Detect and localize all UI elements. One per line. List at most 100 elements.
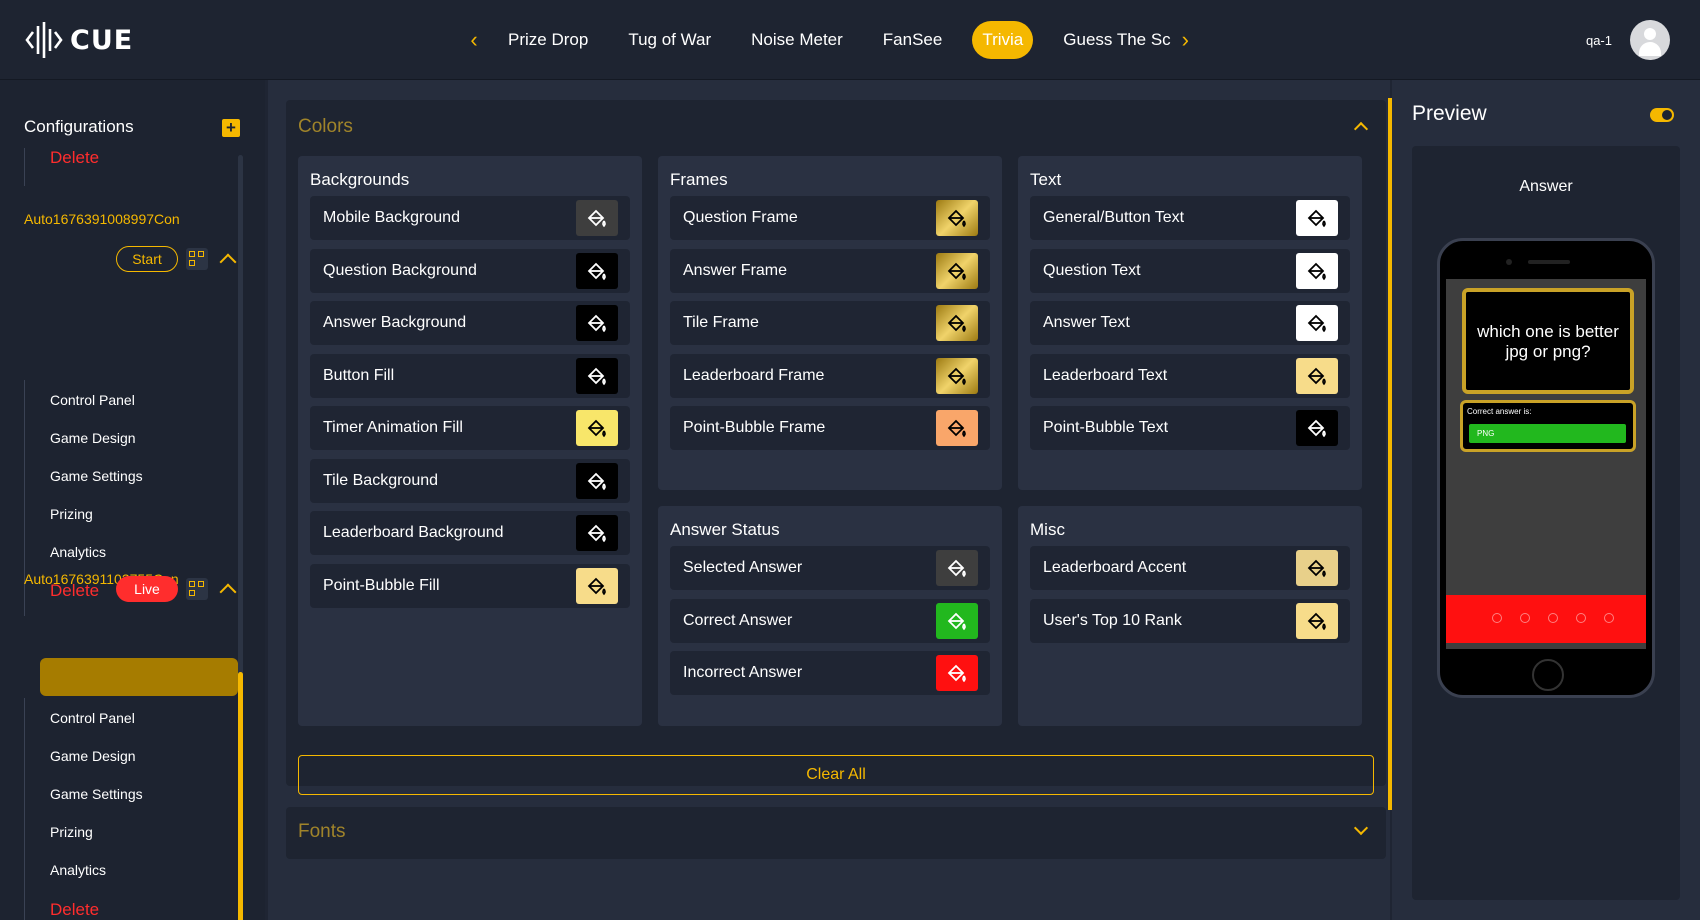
- bottom-nav-icon: [1604, 613, 1614, 623]
- color-swatch-button[interactable]: [1296, 410, 1338, 446]
- expand-chevron-icon[interactable]: [1353, 820, 1369, 836]
- color-swatch-button[interactable]: [576, 357, 618, 394]
- correct-answer-bar: PNG: [1469, 424, 1626, 443]
- nav-next-arrow-icon[interactable]: ›: [1171, 20, 1199, 60]
- color-swatch-button[interactable]: [1296, 200, 1338, 236]
- sidebar-item-game-settings[interactable]: Game Settings: [50, 786, 143, 802]
- color-swatch-button[interactable]: [936, 602, 978, 639]
- color-row[interactable]: Correct Answer: [670, 598, 990, 643]
- color-row[interactable]: Question Text: [1030, 248, 1350, 293]
- paint-bucket-icon: [587, 419, 606, 438]
- color-row[interactable]: Leaderboard Background: [310, 511, 630, 555]
- collapse-chevron-icon[interactable]: [219, 253, 237, 271]
- sidebar-item-game-design[interactable]: Game Design: [50, 430, 136, 446]
- color-row[interactable]: Point-Bubble Frame: [670, 406, 990, 450]
- color-swatch-button[interactable]: [576, 410, 618, 446]
- color-swatch-button[interactable]: [576, 515, 618, 551]
- color-row[interactable]: Incorrect Answer: [670, 651, 990, 695]
- color-row-label: Leaderboard Background: [323, 524, 504, 541]
- tab-trivia[interactable]: Trivia: [972, 21, 1034, 59]
- status-badge-live[interactable]: Live: [116, 576, 178, 602]
- color-swatch-button[interactable]: [1296, 550, 1338, 586]
- color-row[interactable]: Point-Bubble Fill: [310, 563, 630, 608]
- sidebar-item-prizing[interactable]: Prizing: [50, 506, 93, 522]
- color-row[interactable]: Leaderboard Text: [1030, 353, 1350, 398]
- color-swatch-button[interactable]: [1296, 305, 1338, 341]
- nav-prev-arrow-icon[interactable]: ‹: [460, 20, 488, 60]
- add-configuration-icon[interactable]: +: [222, 119, 240, 137]
- tab-noise-meter[interactable]: Noise Meter: [741, 21, 853, 59]
- color-swatch-button[interactable]: [576, 462, 618, 499]
- color-row[interactable]: Answer Text: [1030, 301, 1350, 345]
- cue-logo[interactable]: CUE: [24, 20, 133, 60]
- color-row[interactable]: Point-Bubble Text: [1030, 406, 1350, 450]
- color-row[interactable]: Tile Frame: [670, 301, 990, 345]
- preview-toggle[interactable]: [1650, 108, 1674, 122]
- group-backgrounds: Backgrounds Mobile Background Question Ba…: [298, 156, 642, 726]
- sidebar-item-analytics[interactable]: Analytics: [50, 862, 106, 878]
- color-swatch-button[interactable]: [936, 550, 978, 586]
- qr-code-icon[interactable]: [186, 248, 208, 270]
- color-row[interactable]: Leaderboard Frame: [670, 353, 990, 398]
- color-swatch-button[interactable]: [936, 252, 978, 289]
- color-row[interactable]: Timer Animation Fill: [310, 406, 630, 450]
- color-swatch-button[interactable]: [1296, 252, 1338, 289]
- config-name[interactable]: Auto1676391103755Con: [24, 568, 179, 590]
- group-title: Frames: [670, 170, 728, 189]
- tab-prize-drop[interactable]: Prize Drop: [498, 21, 598, 59]
- color-swatch-button[interactable]: [576, 252, 618, 289]
- color-row[interactable]: Tile Background: [310, 458, 630, 503]
- color-swatch-button[interactable]: [936, 655, 978, 691]
- color-row-label: General/Button Text: [1043, 209, 1185, 226]
- color-row[interactable]: Button Fill: [310, 353, 630, 398]
- group-answer-status: Answer Status Selected Answer Correct Ans…: [658, 506, 1002, 726]
- fonts-panel[interactable]: Fonts: [286, 807, 1386, 859]
- color-swatch-button[interactable]: [936, 200, 978, 236]
- collapse-chevron-icon[interactable]: [1353, 121, 1369, 137]
- color-swatch-button[interactable]: [576, 200, 618, 236]
- sidebar-item-prizing[interactable]: Prizing: [50, 824, 93, 840]
- color-swatch-button[interactable]: [1296, 357, 1338, 394]
- sidebar-item-control-panel[interactable]: Control Panel: [50, 710, 135, 726]
- tab-fansee[interactable]: FanSee: [873, 21, 953, 59]
- color-swatch-button[interactable]: [576, 567, 618, 604]
- color-row[interactable]: Mobile Background: [310, 196, 630, 240]
- delete-link[interactable]: Delete: [50, 148, 99, 168]
- color-row[interactable]: Leaderboard Accent: [1030, 546, 1350, 590]
- clear-all-button[interactable]: Clear All: [298, 755, 1374, 795]
- paint-bucket-icon: [1307, 367, 1326, 385]
- user-menu[interactable]: qa-1: [1586, 20, 1670, 60]
- paint-bucket-icon: [587, 209, 606, 228]
- tab-guess-the-score[interactable]: Guess The Sco: [1053, 21, 1171, 59]
- sidebar-item-analytics[interactable]: Analytics: [50, 544, 106, 560]
- color-swatch-button[interactable]: [936, 410, 978, 446]
- color-swatch-button[interactable]: [936, 357, 978, 394]
- collapse-chevron-icon[interactable]: [219, 583, 237, 601]
- color-row[interactable]: Selected Answer: [670, 546, 990, 590]
- sidebar-item-game-design[interactable]: Game Design: [50, 748, 136, 764]
- color-row[interactable]: User's Top 10 Rank: [1030, 598, 1350, 643]
- qr-code-icon[interactable]: [186, 578, 208, 600]
- tab-tug-of-war[interactable]: Tug of War: [618, 21, 721, 59]
- sidebar-item-game-settings[interactable]: Game Settings: [50, 468, 143, 484]
- color-row[interactable]: Question Frame: [670, 196, 990, 240]
- color-row[interactable]: Question Background: [310, 248, 630, 293]
- colors-panel-title[interactable]: Colors: [298, 116, 353, 138]
- sidebar-item-control-panel[interactable]: Control Panel: [50, 392, 135, 408]
- color-swatch-button[interactable]: [936, 305, 978, 341]
- color-row-label: Incorrect Answer: [683, 664, 803, 681]
- tree-line: [24, 148, 25, 186]
- color-row[interactable]: General/Button Text: [1030, 196, 1350, 240]
- preview-pane: Preview Answer which one is better jpg o…: [1392, 80, 1700, 920]
- color-row[interactable]: Answer Background: [310, 301, 630, 345]
- game-nav: ‹ Prize Drop Tug of War Noise Meter FanS…: [460, 20, 1199, 60]
- fonts-panel-title[interactable]: Fonts: [298, 821, 346, 843]
- delete-link[interactable]: Delete: [50, 900, 99, 920]
- status-badge-start[interactable]: Start: [116, 246, 178, 272]
- color-swatch-button[interactable]: [576, 305, 618, 341]
- color-swatch-button[interactable]: [1296, 602, 1338, 639]
- avatar[interactable]: [1630, 20, 1670, 60]
- sidebar-scrollbar-thumb[interactable]: [238, 672, 243, 920]
- color-row[interactable]: Answer Frame: [670, 248, 990, 293]
- config-name[interactable]: Auto1676391008997Con: [24, 208, 180, 230]
